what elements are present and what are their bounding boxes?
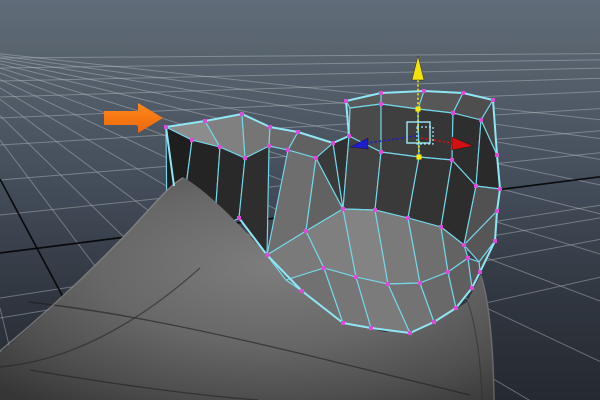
mesh-vertex[interactable] — [493, 239, 497, 243]
mesh-vertex[interactable] — [422, 89, 426, 93]
mesh-vertex[interactable] — [495, 153, 499, 157]
mesh-vertex[interactable] — [268, 125, 272, 129]
mesh-face[interactable] — [417, 108, 454, 161]
mesh-vertex[interactable] — [406, 216, 410, 220]
mesh-vertex[interactable] — [300, 289, 304, 293]
mesh-vertex[interactable] — [462, 243, 466, 247]
mesh-vertex[interactable] — [379, 150, 383, 154]
viewport-canvas[interactable] — [0, 0, 600, 400]
viewport-3d[interactable] — [0, 0, 600, 400]
mesh-vertex[interactable] — [450, 158, 454, 162]
mesh-vertex[interactable] — [322, 266, 326, 270]
mesh-vertex[interactable] — [498, 187, 502, 191]
mesh-vertex[interactable] — [304, 229, 308, 233]
mesh-vertex[interactable] — [495, 209, 499, 213]
mesh-vertex[interactable] — [470, 286, 474, 290]
mesh-vertex[interactable] — [267, 144, 271, 148]
selected-vertex[interactable] — [416, 154, 422, 160]
mesh-vertex[interactable] — [190, 138, 194, 142]
mesh-vertex[interactable] — [218, 145, 222, 149]
mesh-vertex[interactable] — [243, 156, 247, 160]
mesh-vertex[interactable] — [474, 184, 478, 188]
mesh-vertex[interactable] — [341, 321, 345, 325]
mesh-vertex[interactable] — [408, 331, 412, 335]
mesh-vertex[interactable] — [479, 118, 483, 122]
mesh-vertex[interactable] — [331, 141, 335, 145]
mesh-vertex[interactable] — [373, 208, 377, 212]
mesh-vertex[interactable] — [314, 156, 318, 160]
mesh-vertex[interactable] — [491, 98, 495, 102]
mesh-vertex[interactable] — [386, 282, 390, 286]
mesh-vertex[interactable] — [466, 256, 470, 260]
mesh-vertex[interactable] — [379, 102, 383, 106]
mesh-vertex[interactable] — [344, 99, 348, 103]
mesh-vertex[interactable] — [369, 326, 373, 330]
mesh-vertex[interactable] — [164, 125, 168, 129]
mesh-vertex[interactable] — [240, 112, 244, 116]
mesh-vertex[interactable] — [296, 130, 300, 134]
mesh-vertex[interactable] — [286, 148, 290, 152]
mesh-vertex[interactable] — [439, 225, 443, 229]
mesh-vertex[interactable] — [418, 281, 422, 285]
mesh-vertex[interactable] — [354, 275, 358, 279]
mesh-vertex[interactable] — [203, 119, 207, 123]
mesh-face[interactable] — [380, 103, 420, 158]
mesh-vertex[interactable] — [478, 270, 482, 274]
mesh-vertex[interactable] — [451, 111, 455, 115]
mesh-vertex[interactable] — [461, 91, 465, 95]
mesh-vertex[interactable] — [379, 91, 383, 95]
mesh-vertex[interactable] — [347, 134, 351, 138]
mesh-vertex[interactable] — [341, 207, 345, 211]
mesh-vertex[interactable] — [237, 216, 241, 220]
mesh-vertex[interactable] — [446, 270, 450, 274]
mesh-vertex[interactable] — [432, 320, 436, 324]
mesh-vertex[interactable] — [265, 253, 269, 257]
mesh-vertex[interactable] — [454, 306, 458, 310]
